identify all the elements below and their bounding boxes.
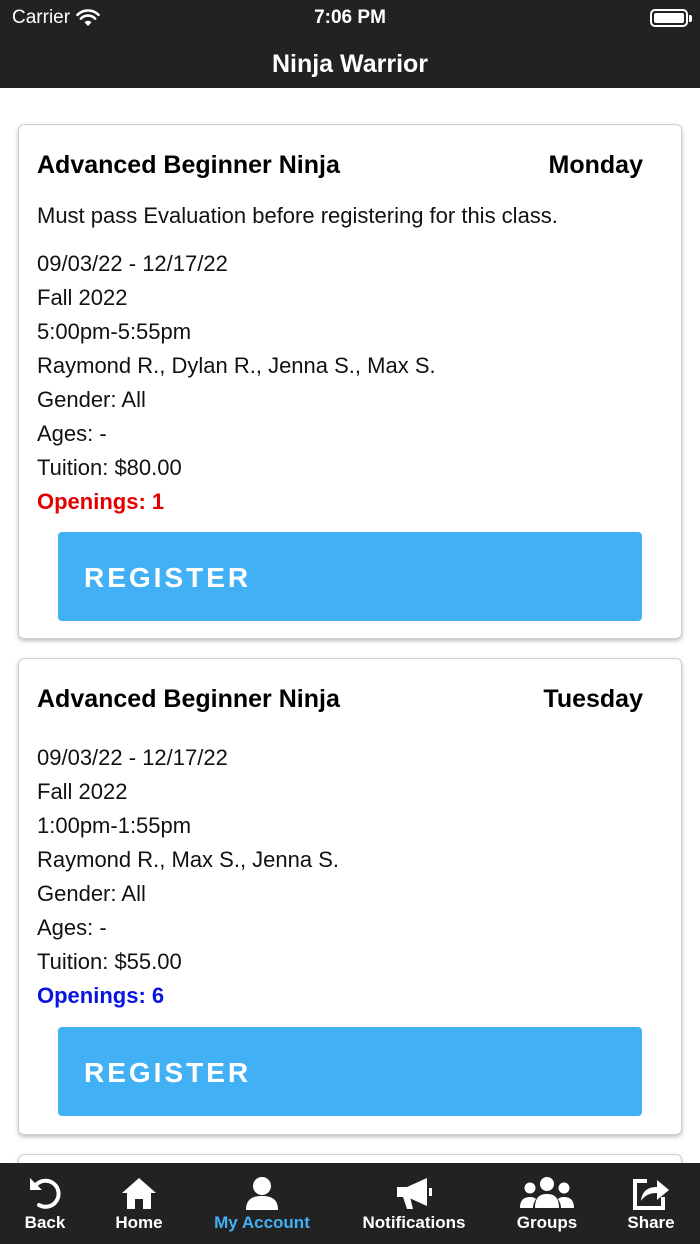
class-dates: 09/03/22 - 12/17/22 xyxy=(37,745,228,770)
tab-label: Home xyxy=(115,1213,163,1232)
class-season: Fall 2022 xyxy=(37,285,128,310)
tab-notifications[interactable]: Notifications xyxy=(352,1163,476,1244)
class-details: 09/03/22 - 12/17/22 Fall 2022 5:00pm-5:5… xyxy=(37,247,663,519)
nav-title: Ninja Warrior xyxy=(0,36,700,88)
status-time: 7:06 PM xyxy=(314,7,386,28)
megaphone-icon xyxy=(397,1178,432,1209)
class-name: Advanced Beginner Ninja xyxy=(37,685,340,713)
status-bar: Carrier 7:06 PM xyxy=(0,0,700,36)
class-note: Must pass Evaluation before registering … xyxy=(37,203,558,228)
user-icon xyxy=(246,1177,278,1210)
tab-label: Groups xyxy=(516,1213,578,1232)
tab-share[interactable]: Share xyxy=(606,1163,696,1244)
tab-bar: Back Home My Account Notifications Group… xyxy=(0,1163,700,1244)
class-openings: Openings: 6 xyxy=(37,983,165,1008)
class-list[interactable]: Advanced Beginner Ninja Monday Must pass… xyxy=(0,88,700,1163)
tab-label: My Account xyxy=(214,1213,310,1232)
share-icon xyxy=(633,1179,669,1210)
class-name: Advanced Beginner Ninja xyxy=(37,151,340,179)
class-ages: Ages: - xyxy=(37,915,107,940)
class-day: Monday xyxy=(548,151,643,179)
tab-label: Share xyxy=(627,1213,675,1232)
class-details: 09/03/22 - 12/17/22 Fall 2022 1:00pm-1:5… xyxy=(37,741,663,1013)
class-day: Tuesday xyxy=(543,685,643,713)
card-header: Advanced Beginner Ninja Monday xyxy=(37,151,643,180)
class-tuition: Tuition: $80.00 xyxy=(37,455,182,480)
class-tuition: Tuition: $55.00 xyxy=(37,949,182,974)
class-instructors: Raymond R., Max S., Jenna S. xyxy=(37,847,340,872)
tab-home[interactable]: Home xyxy=(94,1163,184,1244)
tab-groups[interactable]: Groups xyxy=(502,1163,592,1244)
register-button[interactable]: REGISTER xyxy=(58,532,642,621)
battery-icon xyxy=(650,9,692,27)
back-icon xyxy=(30,1178,61,1209)
tab-label: Back xyxy=(24,1213,66,1232)
groups-icon xyxy=(520,1177,574,1208)
tab-my-account[interactable]: My Account xyxy=(202,1163,322,1244)
class-gender: Gender: All xyxy=(37,881,146,906)
home-icon xyxy=(122,1178,156,1209)
class-card xyxy=(18,1154,682,1163)
card-header: Advanced Beginner Ninja Tuesday xyxy=(37,685,643,714)
class-openings: Openings: 1 xyxy=(37,489,165,514)
class-ages: Ages: - xyxy=(37,421,107,446)
class-card: Advanced Beginner Ninja Monday Must pass… xyxy=(18,124,682,639)
tab-back[interactable]: Back xyxy=(0,1163,90,1244)
class-season: Fall 2022 xyxy=(37,779,128,804)
tab-label: Notifications xyxy=(362,1213,466,1232)
register-button[interactable]: REGISTER xyxy=(58,1027,642,1116)
class-time: 1:00pm-1:55pm xyxy=(37,813,192,838)
class-dates: 09/03/22 - 12/17/22 xyxy=(37,251,228,276)
class-gender: Gender: All xyxy=(37,387,146,412)
class-card: Advanced Beginner Ninja Tuesday 09/03/22… xyxy=(18,658,682,1135)
class-time: 5:00pm-5:55pm xyxy=(37,319,192,344)
class-instructors: Raymond R., Dylan R., Jenna S., Max S. xyxy=(37,353,436,378)
